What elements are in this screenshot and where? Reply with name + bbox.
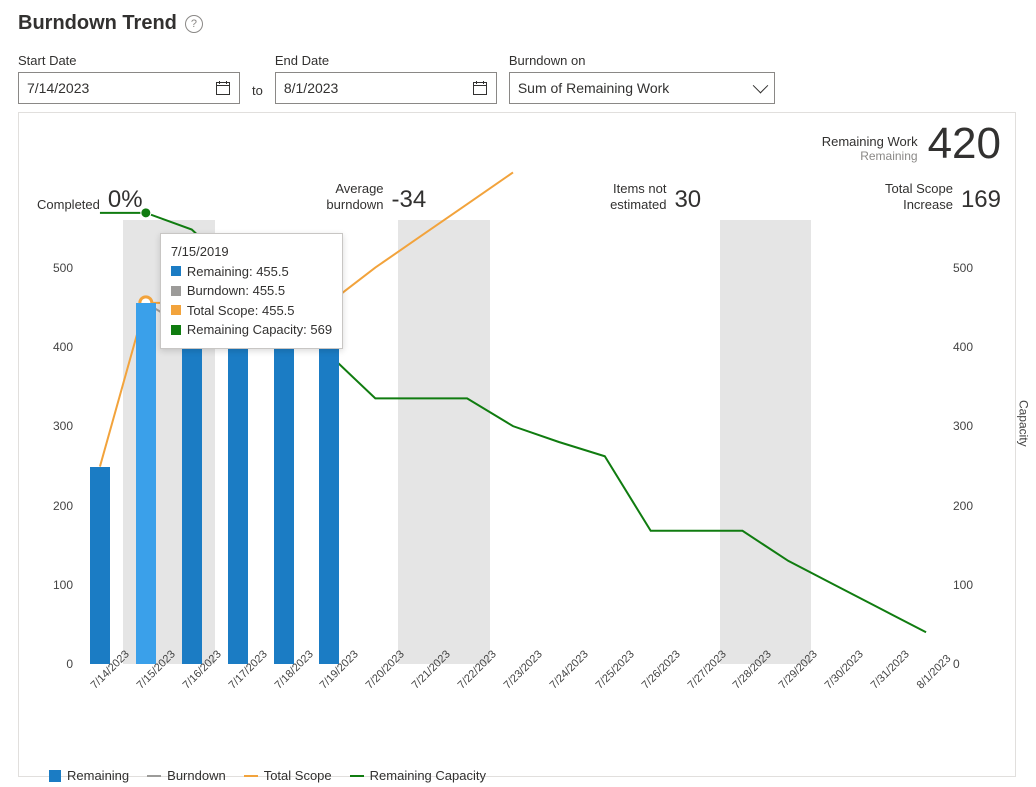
calendar-icon [472, 80, 488, 96]
bar[interactable] [274, 331, 294, 664]
end-date-value: 8/1/2023 [284, 80, 339, 96]
avg-burndown-label: Averageburndown [326, 181, 383, 212]
controls-row: Start Date 7/14/2023 to End Date 8/1/202… [18, 53, 1018, 104]
tooltip-row: Burndown: 455.5 [171, 281, 332, 301]
start-date-label: Start Date [18, 53, 240, 68]
remaining-work-label: Remaining Work [822, 134, 918, 149]
avg-burndown-value: -34 [392, 188, 427, 212]
legend: Remaining Burndown Total Scope Remaining… [33, 768, 1001, 783]
page-title: Burndown Trend [18, 12, 177, 35]
bar[interactable] [90, 467, 110, 664]
chart-panel: Remaining Work Remaining 420 Completed 0… [18, 112, 1016, 777]
legend-burndown[interactable]: Burndown [147, 768, 226, 783]
bar[interactable] [136, 303, 156, 664]
legend-remaining[interactable]: Remaining [49, 768, 129, 783]
not-estimated-label: Items notestimated [610, 181, 666, 212]
start-date-input[interactable]: 7/14/2023 [18, 72, 240, 104]
bar[interactable] [182, 331, 202, 664]
tooltip-row: Total Scope: 455.5 [171, 301, 332, 321]
scope-increase-value: 169 [961, 188, 1001, 212]
bar[interactable] [228, 331, 248, 664]
chart-tooltip: 7/15/2019Remaining: 455.5Burndown: 455.5… [160, 233, 343, 349]
tooltip-date: 7/15/2019 [171, 242, 332, 262]
burndown-on-value: Sum of Remaining Work [518, 80, 669, 96]
tooltip-row: Remaining: 455.5 [171, 262, 332, 282]
burndown-on-select[interactable]: Sum of Remaining Work [509, 72, 775, 104]
not-estimated-value: 30 [674, 188, 701, 212]
chevron-down-icon [753, 77, 769, 93]
help-icon[interactable]: ? [185, 15, 203, 33]
end-date-input[interactable]: 8/1/2023 [275, 72, 497, 104]
remaining-work-sublabel: Remaining [860, 149, 917, 163]
calendar-icon [215, 80, 231, 96]
burndown-chart[interactable]: 0100200300400500 0100200300400500 Capaci… [33, 220, 1001, 720]
end-date-label: End Date [275, 53, 497, 68]
remaining-work-value: 420 [928, 119, 1001, 169]
burndown-on-label: Burndown on [509, 53, 775, 68]
y-right-title: Capacity [1017, 400, 1031, 447]
completed-label: Completed [37, 197, 100, 213]
to-label: to [252, 83, 263, 104]
legend-total-scope[interactable]: Total Scope [244, 768, 332, 783]
start-date-value: 7/14/2023 [27, 80, 89, 96]
tooltip-row: Remaining Capacity: 569 [171, 320, 332, 340]
scope-increase-label: Total ScopeIncrease [885, 181, 953, 212]
completed-value: 0% [108, 188, 143, 212]
bar[interactable] [319, 331, 339, 664]
legend-remaining-capacity[interactable]: Remaining Capacity [350, 768, 486, 783]
